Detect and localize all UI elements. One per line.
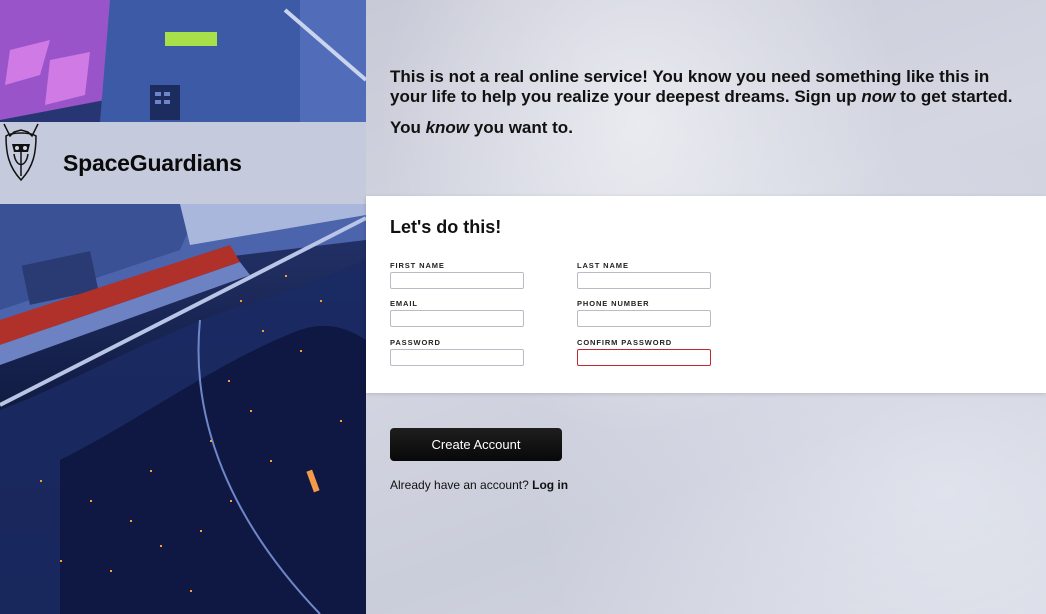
email-field: Email — [390, 299, 524, 327]
login-link[interactable]: Log in — [532, 478, 568, 492]
password-input[interactable] — [390, 349, 524, 366]
phone-label: Phone Number — [577, 299, 650, 308]
email-label: Email — [390, 299, 418, 308]
confirm-password-input[interactable] — [577, 349, 711, 366]
brand-name: SpaceGuardians — [63, 149, 242, 176]
hero-artwork: SpaceGuardians — [0, 0, 366, 614]
email-input[interactable] — [390, 310, 524, 327]
intro-paragraph: This is not a real online service! You k… — [390, 67, 1013, 106]
first-name-label: First Name — [390, 261, 445, 270]
last-name-label: Last Name — [577, 261, 629, 270]
form-heading: Let's do this! — [390, 217, 502, 237]
viking-helmet-icon — [3, 123, 39, 182]
signup-panel: This is not a real online service! You k… — [366, 0, 1046, 614]
intro-tagline: You know you want to. — [390, 118, 573, 137]
phone-input[interactable] — [577, 310, 711, 327]
password-field: Password — [390, 338, 524, 366]
create-account-button[interactable]: Create Account — [390, 428, 562, 461]
brand-banner: SpaceGuardians — [0, 122, 366, 204]
last-name-field: Last Name — [577, 261, 711, 289]
last-name-input[interactable] — [577, 272, 711, 289]
phone-field: Phone Number — [577, 299, 711, 327]
pixel-art-illustration — [0, 0, 366, 614]
login-prompt-text: Already have an account? — [390, 478, 529, 492]
first-name-input[interactable] — [390, 272, 524, 289]
signup-form: Let's do this! First Name Last Name Emai… — [366, 196, 1046, 393]
login-prompt: Already have an account? Log in — [390, 478, 568, 492]
intro-text: This is not a real online service! You k… — [390, 67, 1020, 149]
confirm-password-label: Confirm Password — [577, 338, 673, 347]
password-label: Password — [390, 338, 441, 347]
first-name-field: First Name — [390, 261, 524, 289]
confirm-password-field: Confirm Password — [577, 338, 711, 366]
